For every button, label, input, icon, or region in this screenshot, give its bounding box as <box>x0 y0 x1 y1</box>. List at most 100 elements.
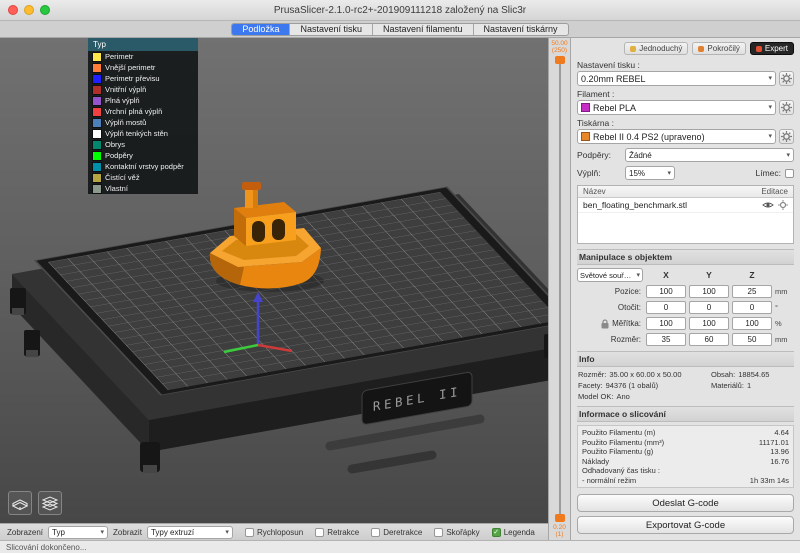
view-type-select[interactable]: Typ ▾ <box>48 526 108 539</box>
brim-checkbox[interactable] <box>785 169 794 178</box>
viewport-column: REBEL II <box>0 38 548 540</box>
close-window-button[interactable] <box>8 5 18 15</box>
layer-slider-bottom-handle[interactable] <box>555 514 565 522</box>
export-gcode-button[interactable]: Exportovat G-code <box>577 516 794 534</box>
sliced-info-value: 4.64 <box>774 428 789 438</box>
eye-icon[interactable] <box>762 201 774 209</box>
legend-item-label: Vrchní plná výplň <box>105 107 162 116</box>
coordinates-value: Světové souřadnice <box>580 271 633 280</box>
sliced-info-label: Použito Filamentu (mm³) <box>582 438 664 448</box>
print-preset-label: Nastavení tisku : <box>577 60 794 70</box>
checkbox-travel[interactable]: Rychloposun <box>245 528 303 537</box>
print-settings-gear-button[interactable] <box>779 71 794 86</box>
layer-slider[interactable]: 50.00(250) 0.20(1) <box>548 38 570 540</box>
legend-item-label: Vnější perimetr <box>105 63 155 72</box>
tab-print-settings[interactable]: Nastavení tisku <box>290 24 373 35</box>
filament-preset-select[interactable]: Rebel PLA ▾ <box>577 100 776 115</box>
position-y-input[interactable] <box>689 285 729 298</box>
show-label: Zobrazit <box>113 528 142 537</box>
supports-select[interactable]: Žádné ▾ <box>625 148 794 162</box>
chevron-down-icon: ▾ <box>768 104 772 111</box>
3d-viewport[interactable]: REBEL II <box>0 38 548 523</box>
checkbox-unretractions[interactable]: Deretrakce <box>371 528 422 537</box>
sliced-info-label: Odhadovaný čas tisku : <box>582 466 660 476</box>
shells-checkbox-box[interactable] <box>434 528 443 537</box>
view-mode-3d-button[interactable] <box>8 491 32 515</box>
legend-item-label: Podpěry <box>105 151 133 160</box>
printer-preset-select[interactable]: Rebel II 0.4 PS2 (upraveno) ▾ <box>577 129 776 144</box>
sliced-info-label: - normální režim <box>582 476 636 486</box>
size-x-input[interactable] <box>646 333 686 346</box>
object-list-row[interactable]: ben_floating_benchmark.stl <box>578 198 793 213</box>
info-materials: Materiálů:1 <box>711 381 793 390</box>
tab-filament-settings[interactable]: Nastavení filamentu <box>373 24 474 35</box>
infill-select[interactable]: 15% ▾ <box>625 166 675 180</box>
mode-advanced-button[interactable]: Pokročilý <box>692 42 745 55</box>
retractions-checkbox-box[interactable] <box>315 528 324 537</box>
chevron-down-icon: ▾ <box>667 170 671 177</box>
info-facets: Facety:94376 (1 obalů) <box>578 381 711 390</box>
position-row-label: Pozice: <box>577 287 643 296</box>
layer-slider-track[interactable] <box>550 56 569 522</box>
info-manifold-value: Ano <box>616 392 629 401</box>
position-x-input[interactable] <box>646 285 686 298</box>
legend-checkbox-box[interactable]: ✓ <box>492 528 501 537</box>
info-volume: Obsah:18854.65 <box>711 370 793 379</box>
sliced-info-label: Náklady <box>582 457 609 467</box>
show-features-select[interactable]: Typy extruzí ▾ <box>147 526 233 539</box>
size-z-input[interactable] <box>732 333 772 346</box>
legend-item: Výplň mostů <box>88 117 198 128</box>
sliced-info-row: - normální režim1h 33m 14s <box>582 476 789 486</box>
scale-x-input[interactable] <box>646 317 686 330</box>
mode-simple-button[interactable]: Jednoduchý <box>624 42 688 55</box>
rotate-x-input[interactable] <box>646 301 686 314</box>
gear-icon <box>781 131 792 142</box>
coordinates-select[interactable]: Světové souřadnice ▾ <box>577 268 643 282</box>
info-size-label: Rozměr: <box>578 370 606 379</box>
object-edit-column-header: Editace <box>761 187 788 196</box>
travel-checkbox-box[interactable] <box>245 528 254 537</box>
checkbox-legend[interactable]: ✓ Legenda <box>492 528 535 537</box>
print-preset-select[interactable]: 0.20mm REBEL ▾ <box>577 71 776 86</box>
info-manifold: Model OK:Ano <box>578 392 711 401</box>
printer-preset-label: Tiskárna : <box>577 118 794 128</box>
tab-printer-settings[interactable]: Nastavení tiskárny <box>474 24 568 35</box>
legend-item-label: Kontaktní vrstvy podpěr <box>105 162 184 171</box>
lock-icon[interactable] <box>601 319 609 329</box>
filament-settings-gear-button[interactable] <box>779 100 794 115</box>
minimize-window-button[interactable] <box>24 5 34 15</box>
view-mode-toolbar <box>8 491 62 515</box>
size-y-input[interactable] <box>689 333 729 346</box>
sliced-info-section-header: Informace o slicování <box>577 406 794 422</box>
rotate-y-input[interactable] <box>689 301 729 314</box>
zoom-window-button[interactable] <box>40 5 50 15</box>
edit-gear-icon[interactable] <box>778 200 788 210</box>
view-mode-layers-button[interactable] <box>38 491 62 515</box>
legend-color-swatch <box>93 141 101 149</box>
scale-y-input[interactable] <box>689 317 729 330</box>
info-materials-label: Materiálů: <box>711 381 744 390</box>
object-list[interactable]: Název Editace ben_floating_benchmark.stl <box>577 185 794 244</box>
position-z-input[interactable] <box>732 285 772 298</box>
checkbox-retractions[interactable]: Retrakce <box>315 528 359 537</box>
layer-slider-top-handle[interactable] <box>555 56 565 64</box>
legend-item-label: Perimetr <box>105 52 133 61</box>
info-volume-value: 18854.65 <box>738 370 769 379</box>
checkbox-shells[interactable]: Skořápky <box>434 528 479 537</box>
send-gcode-button[interactable]: Odeslat G-code <box>577 494 794 512</box>
rotate-z-input[interactable] <box>732 301 772 314</box>
unretractions-checkbox-box[interactable] <box>371 528 380 537</box>
legend-header: Typ <box>88 38 198 51</box>
info-size-value: 35.00 x 60.00 x 50.00 <box>609 370 681 379</box>
printer-settings-gear-button[interactable] <box>779 129 794 144</box>
tab-plater[interactable]: Podložka <box>232 24 290 35</box>
traffic-lights <box>8 0 50 20</box>
cube-3d-icon <box>10 493 30 513</box>
info-facets-value: 94376 (1 obalů) <box>606 381 659 390</box>
info-size: Rozměr:35.00 x 60.00 x 50.00 <box>578 370 711 379</box>
rotate-row-label: Otočit: <box>577 303 643 312</box>
mode-expert-button[interactable]: Expert <box>750 42 794 55</box>
scale-row-label-text: Měřítka: <box>612 319 641 328</box>
scale-z-input[interactable] <box>732 317 772 330</box>
slider-min-label: 0.20(1) <box>553 524 566 538</box>
